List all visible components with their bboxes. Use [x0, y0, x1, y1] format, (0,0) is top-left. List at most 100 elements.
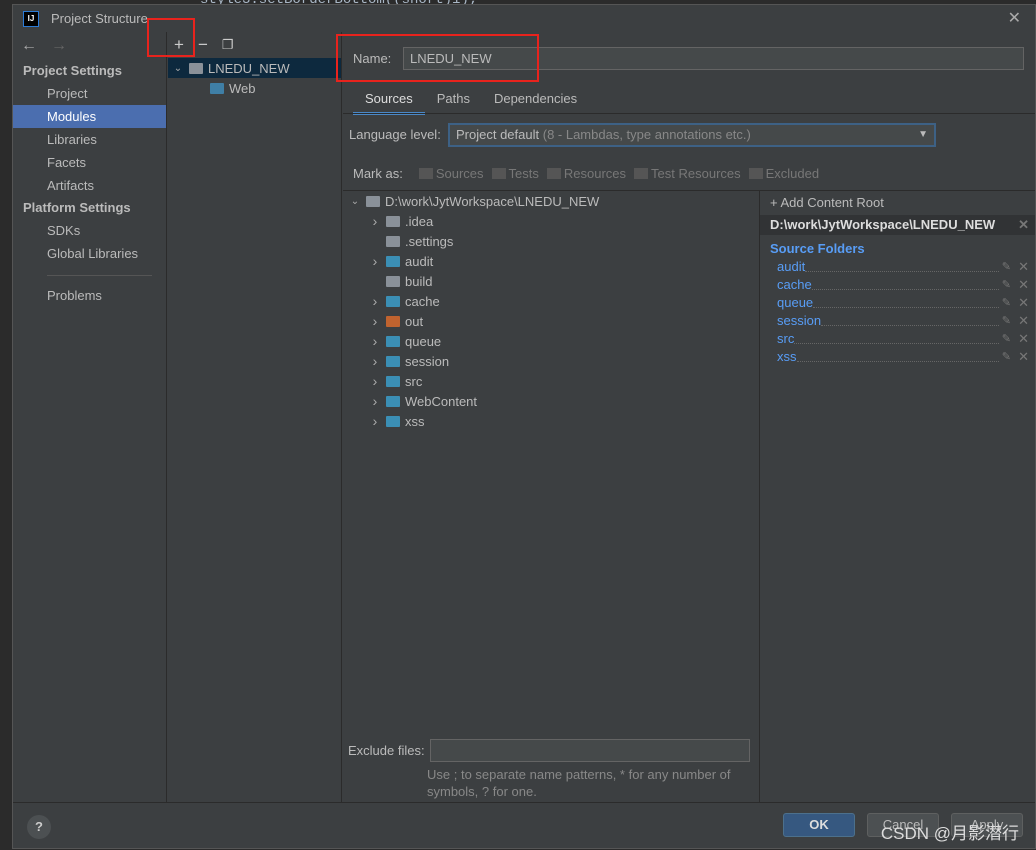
source-folder-item[interactable]: xss ✎ ✕ — [760, 348, 1035, 366]
source-folder-item[interactable]: session ✎ ✕ — [760, 312, 1035, 330]
folder-name: session — [405, 353, 450, 369]
source-folders-heading: Source Folders — [770, 241, 865, 256]
chevron-down-icon[interactable]: ⌄ — [349, 196, 361, 207]
chevron-right-icon[interactable]: › — [369, 253, 381, 269]
sidebar: ← → Project Settings Project Modules Librari… — [13, 32, 167, 802]
module-tree-root[interactable]: ⌄ LNEDU_NEW — [168, 58, 341, 78]
language-level-select[interactable]: Project default (8 - Lambdas, type annot… — [448, 123, 936, 147]
remove-icon[interactable]: ✕ — [1018, 330, 1029, 348]
chevron-right-icon[interactable]: › — [369, 333, 381, 349]
close-icon[interactable]: ✕ — [1008, 8, 1021, 28]
mark-as-excluded-button[interactable]: Excluded — [748, 166, 820, 181]
tab-paths[interactable]: Paths — [425, 87, 482, 115]
chevron-right-icon[interactable]: › — [369, 293, 381, 309]
highlight-box-add — [147, 18, 195, 57]
tree-folder-row[interactable]: › WebContent — [343, 391, 759, 411]
mark-label: Tests — [508, 166, 539, 181]
sidebar-item-facets[interactable]: Facets — [13, 151, 166, 174]
tree-root[interactable]: ⌄ D:\work\JytWorkspace\LNEDU_NEW — [343, 191, 759, 211]
sidebar-item-problems[interactable]: Problems — [13, 284, 166, 307]
remove-icon[interactable]: ✕ — [1018, 348, 1029, 366]
tree-folder-row[interactable]: › audit — [343, 251, 759, 271]
watermark: CSDN @月影潜行 — [880, 824, 1019, 843]
sidebar-item-modules[interactable]: Modules — [13, 105, 166, 128]
chevron-down-icon[interactable]: ⌄ — [172, 63, 184, 74]
source-folder-name: audit — [777, 259, 806, 274]
folder-icon — [366, 195, 380, 207]
highlight-box-name — [336, 34, 539, 82]
mark-label: Excluded — [765, 166, 820, 181]
chevron-right-icon[interactable]: › — [369, 353, 381, 369]
chevron-right-icon[interactable]: › — [369, 213, 381, 229]
chevron-right-icon[interactable]: › — [369, 313, 381, 329]
remove-icon[interactable]: ✕ — [1018, 294, 1029, 312]
edit-pencil-icon[interactable]: ✎ — [1002, 258, 1011, 276]
mark-as-sources-button[interactable]: Sources — [418, 166, 484, 181]
source-folder-item[interactable]: audit ✎ ✕ — [760, 258, 1035, 276]
dropdown-arrow-icon: ▼ — [918, 129, 928, 140]
intellij-logo-icon: IJ — [23, 10, 39, 27]
source-folder-name: xss — [777, 349, 797, 364]
mark-label: Test Resources — [651, 166, 741, 181]
tree-folder-row[interactable]: .settings — [343, 231, 759, 251]
tree-folder-row[interactable]: › cache — [343, 291, 759, 311]
ok-button[interactable]: OK — [783, 813, 855, 837]
mark-as-test-resources-button[interactable]: Test Resources — [634, 166, 741, 181]
add-content-root-button[interactable]: + Add Content Root — [760, 191, 1035, 215]
help-button[interactable]: ? — [27, 815, 51, 839]
exclude-files-input[interactable] — [430, 739, 750, 762]
folder-icon — [386, 335, 400, 347]
chevron-right-icon[interactable]: › — [369, 393, 381, 409]
dotted-leader — [805, 258, 999, 272]
tree-root-path: D:\work\JytWorkspace\LNEDU_NEW — [385, 193, 600, 209]
folder-name: queue — [405, 333, 442, 349]
folder-name: xss — [405, 413, 425, 429]
tree-folder-row[interactable]: build — [343, 271, 759, 291]
tab-sources[interactable]: Sources — [353, 87, 425, 115]
chevron-right-icon[interactable]: › — [369, 373, 381, 389]
remove-icon[interactable]: ✕ — [1018, 276, 1029, 294]
edit-pencil-icon[interactable]: ✎ — [1002, 348, 1011, 366]
sidebar-item-project[interactable]: Project — [13, 82, 166, 105]
folder-icon — [418, 168, 433, 179]
mark-as-resources-button[interactable]: Resources — [546, 166, 626, 181]
source-folder-item[interactable]: src ✎ ✕ — [760, 330, 1035, 348]
module-facet-web[interactable]: Web — [168, 78, 341, 98]
chevron-right-icon[interactable]: › — [369, 413, 381, 429]
copy-module-icon[interactable]: ❐ — [222, 37, 234, 53]
content-root-panel: + Add Content Root D:\work\JytWorkspace\… — [759, 190, 1035, 802]
tree-folder-row[interactable]: › .idea — [343, 211, 759, 231]
content-root-path-text: D:\work\JytWorkspace\LNEDU_NEW — [770, 217, 996, 232]
remove-icon[interactable]: ✕ — [1018, 312, 1029, 330]
tree-folder-row[interactable]: › xss — [343, 411, 759, 431]
sidebar-item-libraries[interactable]: Libraries — [13, 128, 166, 151]
source-folder-item[interactable]: queue ✎ ✕ — [760, 294, 1035, 312]
edit-pencil-icon[interactable]: ✎ — [1002, 330, 1011, 348]
tab-dependencies[interactable]: Dependencies — [482, 87, 589, 115]
tree-folder-row[interactable]: › session — [343, 351, 759, 371]
folder-icon — [386, 375, 400, 387]
sidebar-item-artifacts[interactable]: Artifacts — [13, 174, 166, 197]
dialog-footer: ? OK Cancel Apply CSDN @月影潜行 — [13, 802, 1035, 850]
mark-as-tests-button[interactable]: Tests — [491, 166, 539, 181]
source-folder-name: session — [777, 313, 822, 328]
tree-folder-row[interactable]: › out — [343, 311, 759, 331]
edit-pencil-icon[interactable]: ✎ — [1002, 294, 1011, 312]
edit-pencil-icon[interactable]: ✎ — [1002, 312, 1011, 330]
dotted-leader — [813, 294, 999, 308]
back-arrow-icon[interactable]: ← — [21, 37, 37, 55]
sidebar-item-global-libraries[interactable]: Global Libraries — [13, 242, 166, 265]
tree-folder-row[interactable]: › queue — [343, 331, 759, 351]
module-settings: Name: LNEDU_NEW Sources Paths Dependencies… — [343, 32, 1035, 802]
edit-pencil-icon[interactable]: ✎ — [1002, 276, 1011, 294]
remove-root-icon[interactable]: ✕ — [1018, 215, 1029, 235]
folder-icon — [491, 168, 506, 179]
tree-folder-row[interactable]: › src — [343, 371, 759, 391]
remove-module-minus-icon[interactable]: − — [198, 35, 208, 55]
folder-name: build — [405, 273, 433, 289]
remove-icon[interactable]: ✕ — [1018, 258, 1029, 276]
forward-arrow-icon[interactable]: → — [51, 37, 67, 55]
sidebar-item-sdks[interactable]: SDKs — [13, 219, 166, 242]
dotted-leader — [794, 330, 999, 344]
source-folder-item[interactable]: cache ✎ ✕ — [760, 276, 1035, 294]
